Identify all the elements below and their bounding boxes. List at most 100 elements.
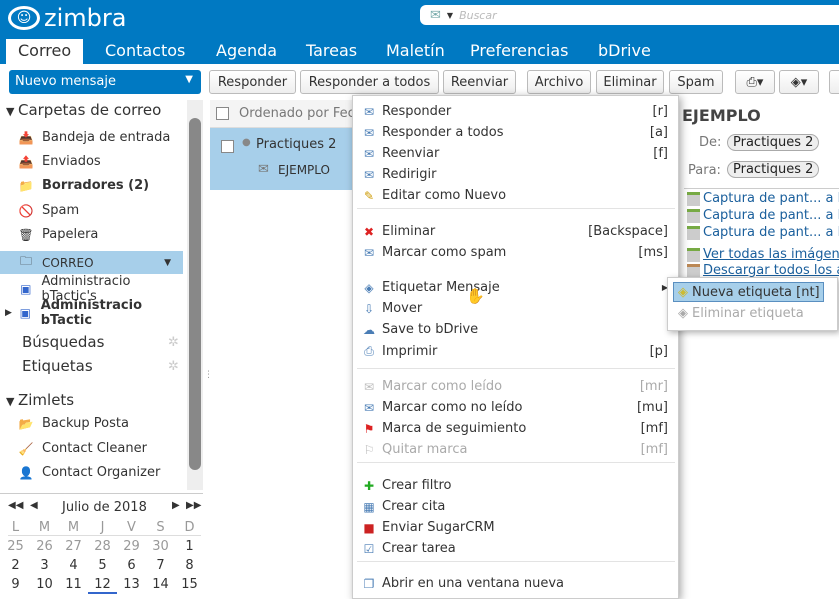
zimlet-backup-posta[interactable]: 📂 Backup Posta — [0, 412, 185, 435]
gear-icon[interactable]: ✲ — [168, 359, 179, 374]
menu-item-move[interactable]: ⇩ Mover — [353, 298, 678, 319]
calendar-month[interactable]: Julio de 2018 — [62, 500, 147, 515]
spam-button[interactable]: Spam — [669, 70, 723, 94]
reply-all-button[interactable]: Responder a todos — [300, 70, 439, 94]
view-all-images-link[interactable]: Ver todas las imágenes — [687, 247, 839, 262]
menu-item-new-window[interactable]: ❐ Abrir en una ventana nueva — [353, 573, 678, 594]
menu-item-delete[interactable]: ✖ Eliminar [Backspace] — [353, 221, 678, 242]
folder-drafts[interactable]: 📁 Borradores (2) — [0, 174, 185, 197]
attachment[interactable]: Captura de pant... a la — [687, 191, 839, 206]
attachment[interactable]: Captura de pant... a la — [687, 208, 839, 223]
prev-year-icon[interactable]: ◀◀ — [8, 500, 23, 511]
folder-trash[interactable]: 🗑 Papelera — [0, 223, 185, 246]
mail-folders-header[interactable]: ▼ Carpetas de correo — [6, 101, 161, 119]
gear-icon[interactable]: ✲ — [168, 335, 179, 350]
more-button[interactable] — [829, 70, 839, 94]
menu-item-redirect[interactable]: ✉ Redirigir — [353, 164, 678, 185]
tab-bdrive[interactable]: bDrive — [586, 39, 663, 64]
menu-item-reply-all[interactable]: ✉ Responder a todos [a] — [353, 122, 678, 143]
mail-icon[interactable]: ✉ — [430, 8, 441, 23]
calendar-day[interactable]: 6 — [117, 558, 146, 573]
menu-item-tag[interactable]: ◈ Etiquetar Mensaje ▶ — [353, 277, 678, 298]
zimlet-contact-cleaner[interactable]: 🧹 Contact Cleaner — [0, 437, 185, 460]
calendar-day[interactable]: 1 — [175, 539, 204, 554]
to-pill[interactable]: Practiques 2 — [727, 161, 820, 178]
move-dropdown-button[interactable]: ⎙▾ — [735, 70, 775, 94]
calendar-day[interactable]: 27 — [59, 539, 88, 554]
menu-item-reply[interactable]: ✉ Responder [r] — [353, 101, 678, 122]
expand-icon[interactable]: ▶ — [5, 308, 12, 318]
folder-shared-2[interactable]: ▶ ▣ Administracio bTactic — [0, 298, 185, 328]
dropdown-icon[interactable]: ▼ — [447, 11, 453, 20]
calendar-day[interactable]: 29 — [117, 539, 146, 554]
next-month-icon[interactable]: ▶ — [172, 500, 180, 511]
zimbra-logo[interactable]: ☺ zimbra — [8, 4, 126, 32]
menu-item-bdrive[interactable]: ☁ Save to bDrive — [353, 319, 678, 340]
chevron-down-icon[interactable]: ▼ — [164, 258, 171, 268]
calendar-day[interactable]: 5 — [88, 558, 117, 573]
remove-tag-item[interactable]: ◈ Eliminar etiqueta — [678, 306, 804, 321]
calendar-day[interactable]: 12 — [88, 577, 117, 594]
menu-item-sugarcrm[interactable]: ■ Enviar SugarCRM — [353, 517, 678, 538]
tab-contactos[interactable]: Contactos — [93, 39, 197, 64]
search-input[interactable]: ✉ ▼ Buscar — [420, 5, 839, 25]
calendar-day[interactable]: 26 — [30, 539, 59, 554]
menu-item-flag[interactable]: ⚑ Marca de seguimiento [mf] — [353, 418, 678, 439]
resize-handle[interactable]: ⋮ — [204, 370, 213, 380]
new-message-button[interactable]: Nuevo mensaje ▼ — [9, 70, 201, 94]
from-pill[interactable]: Practiques 2 — [727, 134, 820, 151]
menu-item-unflag[interactable]: ⚐ Quitar marca [mf] — [353, 439, 678, 460]
tab-agenda[interactable]: Agenda — [204, 39, 289, 64]
calendar-day[interactable]: 7 — [146, 558, 175, 573]
tab-tareas[interactable]: Tareas — [294, 39, 369, 64]
tab-preferencias[interactable]: Preferencias — [458, 39, 581, 64]
calendar-day[interactable]: 28 — [88, 539, 117, 554]
zimlet-contact-organizer[interactable]: 👤 Contact Organizer — [0, 461, 185, 484]
new-tag-item[interactable]: ◈ Nueva etiqueta [nt] — [673, 282, 824, 302]
menu-item-unread[interactable]: ✉ Marcar como no leído [mu] — [353, 397, 678, 418]
collapse-icon[interactable]: ▼ — [6, 105, 18, 118]
menu-item-forward[interactable]: ✉ Reenviar [f] — [353, 143, 678, 164]
archive-button[interactable]: Archivo — [527, 70, 591, 94]
searches-header[interactable]: Búsquedas — [22, 333, 104, 351]
tab-maletin[interactable]: Maletín — [374, 39, 457, 64]
scrollbar-thumb[interactable] — [189, 118, 201, 470]
menu-item-spam[interactable]: ✉ Marcar como spam [ms] — [353, 242, 678, 263]
folder-spam[interactable]: 🚫 Spam — [0, 199, 185, 222]
menu-item-filter[interactable]: ✚ Crear filtro — [353, 475, 678, 496]
calendar-day[interactable]: 30 — [146, 539, 175, 554]
folder-correo[interactable]: 🗀 CORREO ▼ — [0, 251, 183, 274]
menu-item-read[interactable]: ✉ Marcar como leído [mr] — [353, 376, 678, 397]
zimlets-header[interactable]: ▼ Zimlets — [6, 391, 74, 409]
calendar-day[interactable]: 8 — [175, 558, 204, 573]
calendar-day[interactable]: 25 — [1, 539, 30, 554]
tab-correo[interactable]: Correo — [6, 39, 84, 64]
calendar-day[interactable]: 3 — [30, 558, 59, 573]
calendar-day[interactable]: 13 — [117, 577, 146, 592]
folder-sent[interactable]: 📤 Enviados — [0, 150, 185, 173]
tags-header[interactable]: Etiquetas — [22, 357, 93, 375]
menu-item-appointment[interactable]: ▦ Crear cita — [353, 496, 678, 517]
forward-button[interactable]: Reenviar — [443, 70, 516, 94]
attachment[interactable]: Captura de pant... a la — [687, 225, 839, 240]
calendar-day[interactable]: 9 — [1, 577, 30, 592]
reply-button[interactable]: Responder — [209, 70, 296, 94]
calendar-day[interactable]: 2 — [1, 558, 30, 573]
calendar-day[interactable]: 4 — [59, 558, 88, 573]
menu-item-task[interactable]: ☑ Crear tarea — [353, 538, 678, 559]
download-all-link[interactable]: Descargar todos los a — [687, 263, 839, 278]
select-all-checkbox[interactable] — [216, 107, 229, 120]
menu-item-print[interactable]: ⎙ Imprimir [p] — [353, 341, 678, 362]
tag-dropdown-button[interactable]: ◈▾ — [779, 70, 819, 94]
delete-button[interactable]: Eliminar — [596, 70, 664, 94]
conversation-row[interactable]: ● Practiques 2 ✉ EJEMPLO — [210, 128, 360, 190]
calendar-day[interactable]: 10 — [30, 577, 59, 592]
calendar-day[interactable]: 15 — [175, 577, 204, 592]
folder-inbox[interactable]: 📥 Bandeja de entrada — [0, 126, 185, 149]
menu-item-edit[interactable]: ✎ Editar como Nuevo — [353, 185, 678, 206]
sidebar-scrollbar[interactable] — [187, 100, 203, 490]
chevron-down-icon[interactable]: ▼ — [185, 74, 193, 85]
collapse-icon[interactable]: ▼ — [6, 395, 18, 408]
next-year-icon[interactable]: ▶▶ — [186, 500, 201, 511]
calendar-day[interactable]: 14 — [146, 577, 175, 592]
